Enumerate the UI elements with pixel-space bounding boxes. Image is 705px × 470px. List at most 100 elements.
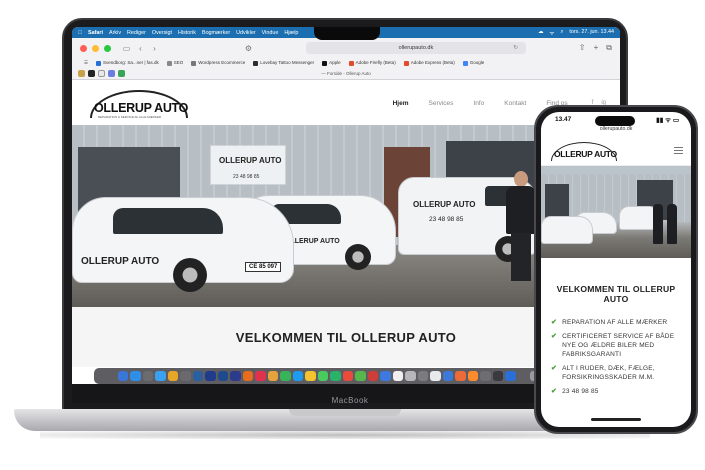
dock-app-icon[interactable] <box>267 370 278 382</box>
dock-app-icon[interactable] <box>155 370 166 382</box>
active-tab[interactable]: — Forside - Ollerup Auto <box>72 71 620 76</box>
bookmark-icon <box>253 60 259 66</box>
menubar-item[interactable]: Bogmærker <box>202 30 230 36</box>
close-window-button[interactable] <box>80 44 87 52</box>
phone-services-list: ✔ REPARATION AF ALLE MÆRKER ✔ CERTIFICERET … <box>551 318 681 396</box>
dock-app-icon[interactable] <box>180 370 191 382</box>
dock-app-icon[interactable] <box>380 370 391 382</box>
checkmark-icon: ✔ <box>551 388 558 395</box>
phone-time: 13.47 <box>555 115 572 123</box>
dock-app-icon[interactable] <box>330 370 341 382</box>
list-item-text: REPARATION AF ALLE MÆRKER <box>562 319 668 326</box>
dock-app-icon[interactable] <box>492 370 503 382</box>
dock-app-icon[interactable] <box>417 370 428 382</box>
phone-screen: 13.47 ▮▮ ᯤ ▭ ollerupauto.dk OLLERUP AUTO… <box>541 112 691 427</box>
list-item-text: CERTIFICERET SERVICE AF BÅDE NYE OG ÆLDR… <box>562 333 675 358</box>
welcome-title: VELKOMMEN TIL OLLERUP AUTO <box>235 329 457 345</box>
minimize-window-button[interactable] <box>92 44 99 52</box>
menubar-item[interactable]: Oversigt <box>152 30 172 36</box>
car-logo-text: OLLERUP AUTO <box>81 256 160 267</box>
bookmark-item[interactable]: Adobe Firefly (Beta) <box>348 60 396 66</box>
wifi-icon[interactable]: ᯤ <box>549 29 554 37</box>
dock-app-icon[interactable] <box>117 370 128 382</box>
menubar-item[interactable]: Udvikler <box>236 30 255 36</box>
address-bar[interactable]: ollerupauto.dk ↻ <box>305 42 526 54</box>
dock-app-icon[interactable] <box>505 370 516 382</box>
dock-app-icon[interactable] <box>355 370 366 382</box>
phone-address-bar[interactable]: ollerupauto.dk <box>541 126 691 136</box>
nav-item-kontakt[interactable]: Kontakt <box>504 100 526 107</box>
mechanic-person <box>667 204 677 244</box>
privacy-shield-icon[interactable]: ⚙ <box>244 44 253 53</box>
dock-app-icon[interactable] <box>480 370 491 382</box>
menubar-clock[interactable]: tors. 27. jun. 13.44 <box>569 29 614 37</box>
camera-notch <box>314 27 380 40</box>
dock-app-icon[interactable] <box>142 370 153 382</box>
site-logo[interactable]: OLLERUP AUTO REPARATION & SERVICE AF ALL… <box>86 88 192 119</box>
new-tab-icon[interactable]: + <box>594 43 599 53</box>
sign-phone-text: 23 48 98 85 <box>233 174 260 180</box>
bookmark-item[interactable]: Svendborg: Sa...ner | fas.dk <box>96 60 159 66</box>
nav-item-services[interactable]: Services <box>429 100 454 107</box>
dock-app-icon[interactable] <box>230 370 241 382</box>
dock-app-icon[interactable] <box>192 370 203 382</box>
macbook-label: MacBook <box>331 396 369 405</box>
bookmark-icon <box>96 60 102 66</box>
mockup-stage:  Safari Arkiv Rediger Oversigt Historik Bogm… <box>0 0 705 470</box>
dock-app-icon[interactable] <box>280 370 291 382</box>
menubar-item[interactable]: Historik <box>178 30 196 36</box>
sidebar-toggle-icon[interactable]: ▭ <box>122 44 131 53</box>
menubar-item[interactable]: Hjælp <box>284 30 298 36</box>
dock-app-icon[interactable] <box>217 370 228 382</box>
reload-icon[interactable]: ↻ <box>513 45 518 51</box>
zoom-window-button[interactable] <box>104 44 111 52</box>
bookmarks-sidebar-icon[interactable]: ☰ <box>84 60 88 66</box>
laptop-groove <box>289 409 401 416</box>
bookmark-item[interactable]: Google <box>462 60 484 66</box>
dock-app-icon[interactable] <box>342 370 353 382</box>
dock-app-icon[interactable] <box>130 370 141 382</box>
back-arrow-icon[interactable]: ‹ <box>136 44 145 53</box>
home-indicator[interactable] <box>591 418 641 421</box>
dock-app-icon[interactable] <box>317 370 328 382</box>
forward-arrow-icon[interactable]: › <box>150 44 159 53</box>
dock-app-icon[interactable] <box>392 370 403 382</box>
dock-app-icon[interactable] <box>292 370 303 382</box>
hamburger-menu-icon[interactable] <box>674 147 683 154</box>
apple-menu-icon[interactable]:  <box>78 30 82 36</box>
menubar-item[interactable]: Rediger <box>127 30 146 36</box>
bookmark-item[interactable]: Lovebay Tattoo Messenger <box>253 60 314 66</box>
dock-app-icon[interactable] <box>205 370 216 382</box>
bookmark-item[interactable]: SEO <box>166 60 184 66</box>
tab-overview-icon[interactable]: ⧉ <box>606 43 612 53</box>
list-item-text: ALT I RUDER, DÆK, FÆLGE, FORSIKRINGSSKAD… <box>562 365 655 381</box>
bookmark-label: SEO <box>173 60 184 66</box>
dock-app-icon[interactable] <box>442 370 453 382</box>
bookmark-item[interactable]: Adobe Express (Beta) <box>403 60 455 66</box>
bookmark-item[interactable]: Apple <box>322 60 341 66</box>
dock-app-icon[interactable] <box>517 370 528 382</box>
cloud-icon[interactable]: ☁ <box>538 29 543 37</box>
phone-site-logo[interactable]: OLLERUP AUTO <box>549 140 621 162</box>
mechanic-person <box>653 204 663 244</box>
phone-welcome-title: VELKOMMEN TIL OLLERUP AUTO <box>556 284 676 304</box>
dock-app-icon[interactable] <box>430 370 441 382</box>
menubar-item[interactable]: Arkiv <box>109 30 121 36</box>
dock-app-icon[interactable] <box>455 370 466 382</box>
share-icon[interactable]: ⇧ <box>579 43 586 53</box>
dock-app-icon[interactable] <box>167 370 178 382</box>
macos-dock <box>94 368 564 384</box>
nav-item-info[interactable]: Info <box>473 100 484 107</box>
dock-app-icon[interactable] <box>405 370 416 382</box>
search-icon[interactable]: ⌕ <box>560 29 563 37</box>
dock-app-icon[interactable] <box>242 370 253 382</box>
active-tab-title: Forside - Ollerup Auto <box>326 71 371 76</box>
dock-app-icon[interactable] <box>255 370 266 382</box>
nav-item-hjem[interactable]: Hjem <box>393 100 409 107</box>
dock-app-icon[interactable] <box>367 370 378 382</box>
bookmark-item[interactable]: Wordpress Ecommerce <box>191 60 245 66</box>
menubar-item[interactable]: Safari <box>88 30 103 36</box>
dock-app-icon[interactable] <box>305 370 316 382</box>
dock-app-icon[interactable] <box>467 370 478 382</box>
menubar-item[interactable]: Vindue <box>262 30 279 36</box>
